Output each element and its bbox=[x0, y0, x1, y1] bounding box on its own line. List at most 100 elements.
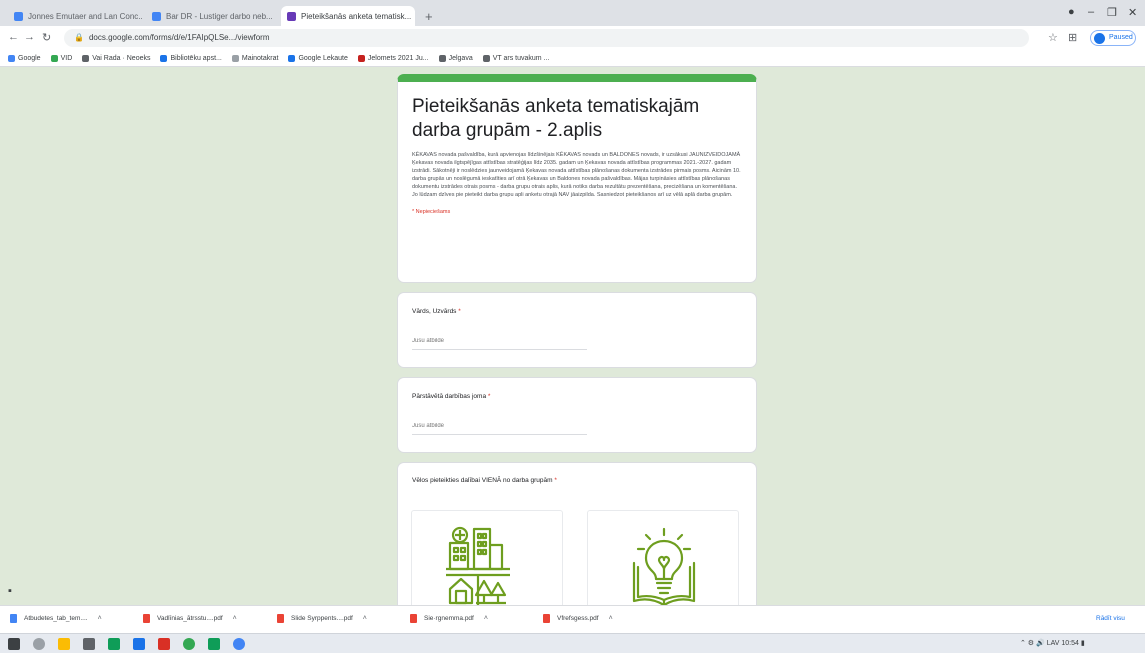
feedback-icon[interactable]: ▪ bbox=[8, 585, 12, 597]
tray-icons[interactable]: ⌃ ⚙ 🔊 bbox=[1020, 640, 1045, 647]
question-label-text: Pārstāvētā darbības joma bbox=[412, 393, 487, 400]
tab-label: Pieteikšanās anketa tematisk... bbox=[301, 11, 412, 21]
working-group-option-2[interactable] bbox=[587, 510, 739, 610]
question-label: Vārds, Uzvārds * bbox=[412, 308, 742, 315]
download-item[interactable]: Slide Syrppents....pdf ˄ bbox=[277, 614, 367, 623]
bookmark-icon bbox=[82, 54, 90, 62]
bookmark-item[interactable]: VT ars tuvakum ... bbox=[482, 54, 549, 62]
url-input[interactable]: 🔒 docs.google.com/forms/d/e/1FAIpQLSe.../… bbox=[64, 29, 1029, 47]
question-label-text: Vārds, Uzvārds bbox=[412, 308, 457, 315]
download-label: Vfrefsgess.pdf bbox=[557, 615, 599, 622]
chevron-up-icon[interactable]: ˄ bbox=[484, 615, 488, 622]
chevron-up-icon[interactable]: ˄ bbox=[98, 615, 102, 622]
window-close-icon[interactable]: ✕ bbox=[1128, 6, 1137, 19]
question-card-field: Pārstāvētā darbības joma * bbox=[397, 377, 757, 453]
question-label-text: Vēlos pieteikties dalībai VIENĀ no darba… bbox=[412, 477, 553, 484]
bookmarks-bar: Google VID Vai Rada · Neoeks Bibliotēku … bbox=[0, 50, 1145, 67]
download-item[interactable]: Sie·rgnemma.pdf ˄ bbox=[410, 614, 488, 623]
download-item[interactable]: Vadlīnias_ātrsstu....pdf ˄ bbox=[143, 614, 237, 623]
pdf-file-icon bbox=[143, 614, 150, 623]
form-title: Pieteikšanās anketa tematiskajām darba g… bbox=[412, 96, 700, 141]
close-icon[interactable]: × bbox=[273, 11, 278, 21]
pdf-file-icon bbox=[543, 614, 550, 623]
close-icon[interactable]: × bbox=[411, 11, 415, 21]
task-view-icon[interactable] bbox=[83, 638, 95, 650]
start-icon[interactable] bbox=[8, 638, 20, 650]
browser-tab[interactable]: Jonnes Emutaer and Lan Conc... × bbox=[8, 6, 143, 26]
bookmark-item[interactable]: Jelomets 2021 Ju... bbox=[357, 54, 429, 62]
bookmark-label: Google Lekaute bbox=[298, 54, 348, 62]
bookmark-icon bbox=[8, 54, 15, 62]
browser-icon[interactable] bbox=[233, 638, 245, 650]
bookmark-label: Jelomets 2021 Ju... bbox=[367, 54, 429, 62]
bookmark-item[interactable]: Mainotakrat bbox=[231, 54, 279, 62]
browser-tab-strip: Jonnes Emutaer and Lan Conc... × Bar DR … bbox=[0, 0, 1145, 26]
question-card-name: Vārds, Uzvārds * bbox=[397, 292, 757, 368]
question-label: Pārstāvētā darbības joma * bbox=[412, 393, 742, 400]
acrobat-icon[interactable] bbox=[158, 638, 170, 650]
bookmark-icon bbox=[50, 54, 58, 62]
required-note: * Nepieciešams bbox=[412, 208, 451, 215]
tab-favicon-icon bbox=[14, 11, 23, 21]
chevron-up-icon[interactable]: ˄ bbox=[609, 615, 613, 622]
chevron-up-icon[interactable]: ˄ bbox=[233, 615, 237, 622]
windows-taskbar: ⌃ ⚙ 🔊 LAV 10:54 ▮ bbox=[0, 633, 1145, 653]
form-header-card: Pieteikšanās anketa tematiskajām darba g… bbox=[397, 74, 757, 283]
minimize-icon[interactable]: – bbox=[1088, 6, 1094, 18]
bookmark-item[interactable]: Bibliotēku apst... bbox=[160, 54, 222, 62]
tab-favicon-icon bbox=[152, 11, 161, 21]
downloads-bar: Atbudetes_tab_tem.... ˄ Vadlīnias_ātrsst… bbox=[0, 605, 1145, 633]
download-item[interactable]: Atbudetes_tab_tem.... ˄ bbox=[10, 614, 102, 623]
required-asterisk: * bbox=[487, 393, 491, 400]
bookmark-item[interactable]: VID bbox=[50, 54, 72, 62]
profile-button[interactable]: Paused bbox=[1090, 30, 1136, 46]
show-all-downloads-link[interactable]: Rādīt visu bbox=[1096, 615, 1125, 622]
google-forms-favicon-icon bbox=[287, 11, 296, 21]
profile-dot-icon[interactable]: ● bbox=[1068, 6, 1075, 18]
bookmark-item[interactable]: Google bbox=[8, 54, 41, 62]
maximize-icon[interactable]: ❐ bbox=[1107, 6, 1117, 19]
google-form: Pieteikšanās anketa tematiskajām darba g… bbox=[397, 74, 757, 622]
bookmark-item[interactable]: Jelgava bbox=[438, 54, 473, 62]
download-label: Vadlīnias_ātrsstu....pdf bbox=[157, 615, 223, 622]
bookmark-icon bbox=[482, 54, 490, 62]
browser-tab-active[interactable]: Pieteikšanās anketa tematisk... × bbox=[281, 6, 415, 26]
profile-label: Paused bbox=[1109, 34, 1133, 41]
language-indicator[interactable]: LAV bbox=[1047, 640, 1060, 647]
pdf-file-icon bbox=[410, 614, 417, 623]
app-icon[interactable] bbox=[208, 638, 220, 650]
bookmark-item[interactable]: Google Lekaute bbox=[288, 54, 348, 62]
back-icon[interactable]: ← bbox=[8, 31, 19, 43]
required-asterisk: * bbox=[458, 308, 461, 315]
browser-tab[interactable]: Bar DR - Lustiger darbo neb... × bbox=[146, 6, 278, 26]
bookmark-label: Mainotakrat bbox=[241, 54, 279, 62]
address-toolbar: ← → ↻ 🔒 docs.google.com/forms/d/e/1FAIpQL… bbox=[0, 26, 1145, 50]
bookmark-label: Google bbox=[18, 54, 41, 62]
search-icon[interactable] bbox=[33, 638, 45, 650]
star-icon[interactable]: ☆ bbox=[1048, 31, 1058, 44]
working-group-option-1[interactable] bbox=[411, 510, 563, 610]
bookmark-icon bbox=[231, 54, 239, 62]
word-icon[interactable] bbox=[133, 638, 145, 650]
notification-icon[interactable]: ▮ bbox=[1081, 640, 1085, 647]
download-item[interactable]: Vfrefsgess.pdf ˄ bbox=[543, 614, 613, 623]
field-of-activity-input[interactable] bbox=[412, 423, 587, 435]
extensions-icon[interactable]: ⊞ bbox=[1068, 31, 1077, 44]
bookmark-label: Vai Rada · Neoeks bbox=[92, 54, 151, 62]
download-label: Slide Syrppents....pdf bbox=[291, 615, 353, 622]
forward-icon[interactable]: → bbox=[24, 31, 35, 43]
file-explorer-icon[interactable] bbox=[58, 638, 70, 650]
bookmark-icon bbox=[288, 54, 296, 62]
url-text: docs.google.com/forms/d/e/1FAIpQLSe.../v… bbox=[88, 33, 270, 42]
name-input[interactable] bbox=[412, 338, 587, 350]
reload-icon[interactable]: ↻ bbox=[42, 31, 51, 44]
bookmark-icon bbox=[357, 54, 365, 62]
lightbulb-book-icon bbox=[632, 527, 696, 608]
new-tab-icon[interactable]: + bbox=[425, 9, 433, 24]
chrome-icon[interactable] bbox=[183, 638, 195, 650]
bookmark-item[interactable]: Vai Rada · Neoeks bbox=[82, 54, 151, 62]
clock[interactable]: 10:54 bbox=[1061, 640, 1079, 647]
chevron-up-icon[interactable]: ˄ bbox=[363, 615, 367, 622]
excel-icon[interactable] bbox=[108, 638, 120, 650]
bookmark-icon bbox=[160, 54, 168, 62]
